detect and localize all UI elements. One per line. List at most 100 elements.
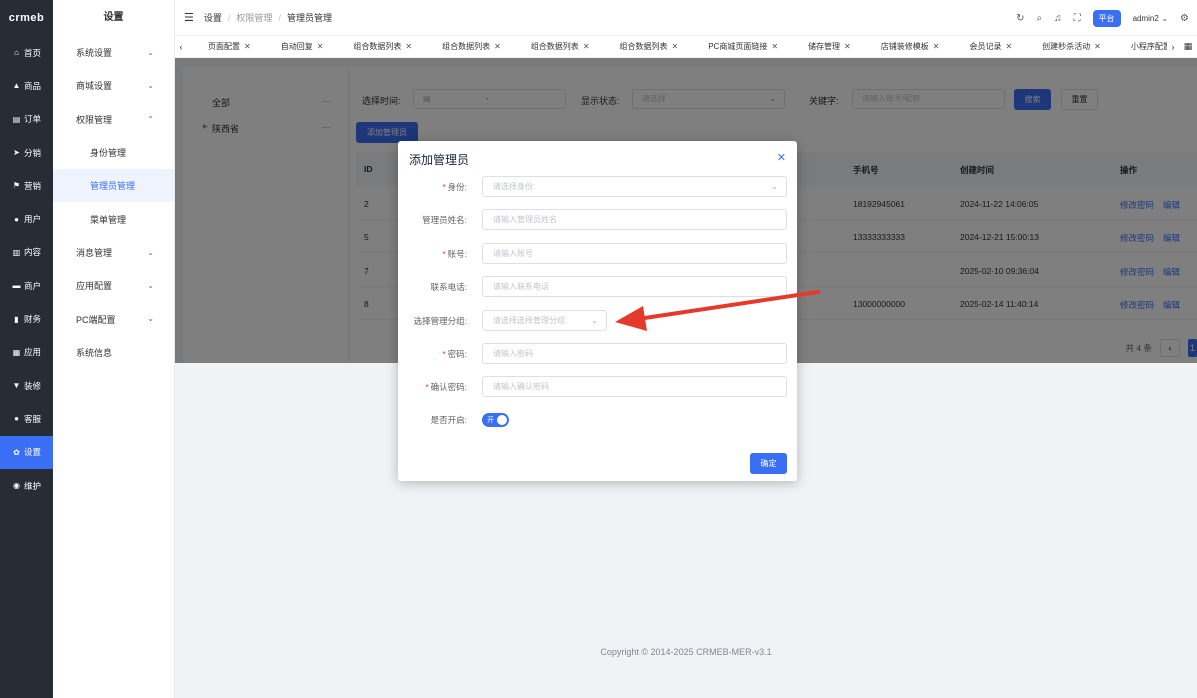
edit-link[interactable]: 编辑	[1163, 199, 1180, 211]
form-input[interactable]: 请输入管理员姓名	[482, 209, 787, 231]
tab-7[interactable]: 储存管理 ✕	[787, 36, 860, 58]
tree-node-all[interactable]: 全部 ···	[203, 96, 331, 109]
tab-0[interactable]: 页面配置 ✕	[187, 36, 260, 58]
tab-close-icon[interactable]: ✕	[244, 42, 251, 51]
submenu-item-5[interactable]: 菜单管理	[53, 202, 174, 235]
submenu-item-4[interactable]: 管理员管理	[53, 169, 174, 203]
rail-item-2[interactable]: ▤ 订单	[0, 103, 53, 136]
rail-item-13[interactable]: ◉ 维护	[0, 469, 53, 502]
tab-close-icon[interactable]: ✕	[494, 42, 501, 51]
rail-item-0[interactable]: ⌂ 首页	[0, 36, 53, 69]
rail-item-3[interactable]: ➤ 分销	[0, 136, 53, 169]
change-password-link[interactable]: 修改密码	[1120, 299, 1154, 311]
tab-9[interactable]: 会员记录 ✕	[948, 36, 1021, 58]
tab-close-icon[interactable]: ✕	[844, 42, 851, 51]
notification-bell-icon[interactable]: ♫	[1054, 13, 1062, 24]
chevron-down-icon: ⌄	[147, 281, 154, 291]
form-input[interactable]: 请输入联系电话	[482, 276, 787, 298]
field-label: * 确认密码:	[425, 381, 467, 393]
date-range-separator: -	[486, 94, 489, 103]
tab-close-icon[interactable]: ✕	[1094, 42, 1101, 51]
reset-button[interactable]: 重置	[1061, 89, 1098, 110]
rail-item-12[interactable]: ✿ 设置	[0, 435, 53, 469]
breadcrumb: 设置 / 权限管理 / 管理员管理	[204, 11, 332, 24]
form-select[interactable]: 请选择身份: ⌄	[482, 176, 787, 197]
form-select[interactable]: 请选择选择管理分组: ⌄	[482, 309, 607, 331]
change-password-link[interactable]: 修改密码	[1120, 232, 1154, 244]
rail-item-10[interactable]: ▼ 装修	[0, 369, 53, 402]
content-icon: ▥	[12, 247, 21, 257]
add-admin-button[interactable]: 添加管理员	[356, 122, 418, 143]
tab-close-icon[interactable]: ✕	[583, 42, 590, 51]
tab-grid-icon[interactable]: ▦	[1179, 41, 1197, 52]
tab-scroll-right-icon[interactable]: ›	[1167, 42, 1179, 52]
platform-badge[interactable]: 平台	[1092, 9, 1121, 27]
tab-close-icon[interactable]: ✕	[405, 42, 412, 51]
field-label: * 密码:	[442, 348, 467, 360]
status-select[interactable]: 请选择 ⌄	[632, 89, 785, 109]
submenu-item-8[interactable]: PC端配置 ⌄	[53, 302, 174, 335]
rail-item-8[interactable]: ▮ 财务	[0, 302, 53, 335]
rail-item-9[interactable]: ▦ 应用	[0, 336, 53, 369]
form-input[interactable]: 请输入密码	[482, 343, 787, 364]
fullscreen-icon[interactable]: ⛶	[1074, 13, 1081, 24]
submenu-item-7[interactable]: 应用配置 ⌄	[53, 269, 174, 302]
change-password-link[interactable]: 修改密码	[1120, 199, 1154, 211]
form-input[interactable]: 请输入账号	[482, 242, 787, 264]
tab-close-icon[interactable]: ✕	[672, 42, 679, 51]
user-menu[interactable]: admin2 ⌄	[1133, 13, 1168, 23]
submenu-item-1[interactable]: 商城设置 ⌄	[53, 69, 174, 102]
close-icon[interactable]: ✕	[777, 151, 786, 164]
menu-toggle-icon[interactable]: ☰	[184, 11, 194, 24]
breadcrumb-item[interactable]: 设置	[204, 11, 222, 24]
edit-link[interactable]: 编辑	[1163, 232, 1180, 244]
change-password-link[interactable]: 修改密码	[1120, 266, 1154, 278]
tab-5[interactable]: 组合数据列表 ✕	[599, 36, 688, 58]
rail-item-5[interactable]: ● 用户	[0, 202, 53, 235]
tab-1[interactable]: 自动回复 ✕	[260, 36, 333, 58]
rail-item-11[interactable]: ● 客服	[0, 402, 53, 435]
tab-3[interactable]: 组合数据列表 ✕	[421, 36, 510, 58]
rail-item-6[interactable]: ▥ 内容	[0, 236, 53, 269]
caret-right-icon[interactable]: ▶	[203, 123, 208, 130]
tab-close-icon[interactable]: ✕	[317, 42, 324, 51]
rail-item-4[interactable]: ⚑ 营销	[0, 169, 53, 202]
edit-link[interactable]: 编辑	[1163, 266, 1180, 278]
refresh-icon[interactable]: ↻	[1016, 13, 1024, 24]
keyword-input[interactable]: 请输入账号/昵称	[852, 89, 1005, 109]
edit-link[interactable]: 编辑	[1163, 299, 1180, 311]
tree-node-province[interactable]: ▶ 陕西省 ···	[203, 122, 331, 135]
submenu-title: 设置	[103, 12, 124, 23]
tab-scroll-left-icon[interactable]: ‹	[175, 42, 187, 52]
rail-item-7[interactable]: ▬ 商户	[0, 269, 53, 302]
more-icon[interactable]: ···	[322, 96, 331, 106]
tab-11[interactable]: 小程序配置✕	[1110, 36, 1167, 58]
tab-close-icon[interactable]: ✕	[933, 42, 940, 51]
submenu-item-6[interactable]: 消息管理 ⌄	[53, 236, 174, 269]
chevron-down-icon: ⌄	[147, 81, 154, 91]
keyword-filter-label: 关键字:	[809, 96, 839, 106]
search-button[interactable]: 搜索	[1014, 89, 1051, 110]
tab-close-icon[interactable]: ✕	[771, 42, 778, 51]
tab-10[interactable]: 创建秒杀活动 ✕	[1021, 36, 1110, 58]
submenu-item-2[interactable]: 权限管理 ⌃	[53, 103, 174, 136]
submenu-item-9[interactable]: 系统信息	[53, 336, 174, 369]
search-icon[interactable]: ⌕	[1036, 13, 1042, 24]
more-icon[interactable]: ···	[322, 122, 331, 132]
enable-toggle-switch[interactable]: 开	[482, 413, 509, 427]
submenu-item-3[interactable]: 身份管理	[53, 136, 174, 169]
rail-item-1[interactable]: ▲ 商品	[0, 69, 53, 102]
confirm-button[interactable]: 确定	[750, 453, 787, 474]
tab-8[interactable]: 店铺装修模板 ✕	[860, 36, 949, 58]
settings-gear-icon[interactable]: ⚙	[1180, 13, 1189, 24]
tab-4[interactable]: 组合数据列表 ✕	[510, 36, 599, 58]
page-number-button[interactable]: 1	[1188, 339, 1197, 357]
date-range-picker[interactable]: ▤ -	[413, 89, 566, 109]
breadcrumb-item[interactable]: 权限管理	[236, 11, 272, 24]
tab-6[interactable]: PC商城页面链接 ✕	[687, 36, 787, 58]
form-input[interactable]: 请输入确认密码	[482, 376, 787, 398]
tab-close-icon[interactable]: ✕	[1005, 42, 1012, 51]
submenu-item-0[interactable]: 系统设置 ⌄	[53, 36, 174, 69]
tab-2[interactable]: 组合数据列表 ✕	[332, 36, 421, 58]
prev-page-button[interactable]: ‹	[1160, 339, 1180, 357]
